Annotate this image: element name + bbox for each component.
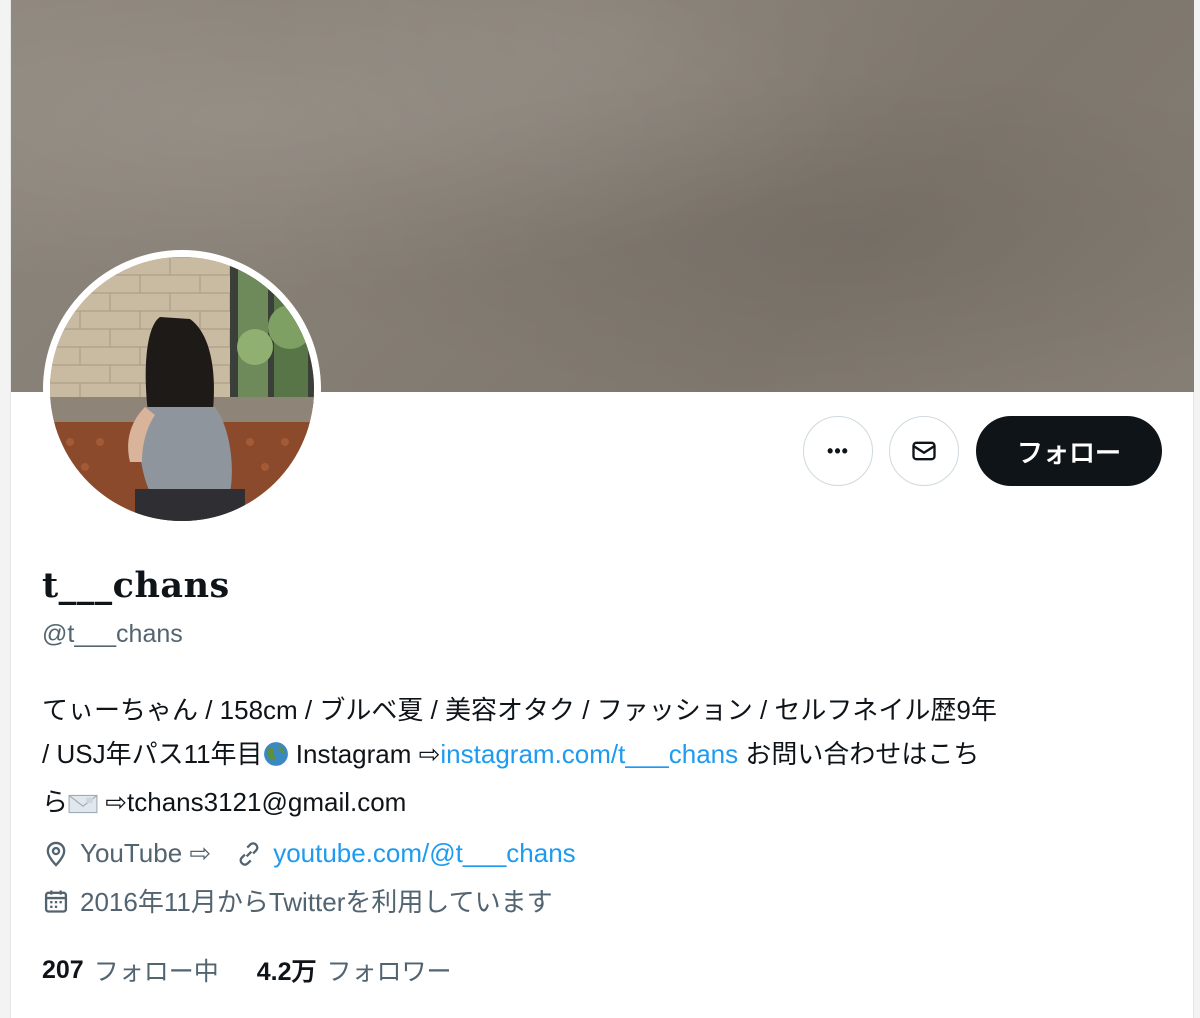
followers-count: 4.2万	[256, 958, 317, 986]
bio-line-1: てぃーちゃん / 158cm / ブルベ夏 / 美容オタク / ファッション /…	[42, 695, 997, 725]
profile-page: ••• フォロー t___chans @t___chans てぃーちゃん / 1…	[0, 0, 1200, 1018]
followers-stat[interactable]: 4.2万 フォロワー	[257, 952, 452, 988]
instagram-link[interactable]: instagram.com/t___chans	[440, 739, 738, 769]
website-link[interactable]: youtube.com/@t___chans	[273, 838, 575, 869]
followers-label: フォロワー	[326, 958, 452, 986]
bio-line-3: ら ⇨tchans3121@gmail.com	[42, 780, 1162, 828]
calendar-icon	[42, 887, 70, 915]
bio-line-2-prefix: / USJ年パス11年目	[42, 739, 263, 769]
bio-line-2: / USJ年パス11年目 Instagram ⇨instagram.com/t_…	[42, 732, 1162, 780]
left-border	[0, 0, 11, 1018]
bio-line-3-prefix: ら	[42, 787, 69, 817]
follow-button-label: フォロー	[1016, 437, 1121, 468]
more-icon: •••	[827, 440, 849, 461]
bio-email: ⇨tchans3121@gmail.com	[98, 787, 407, 817]
more-button[interactable]: •••	[803, 416, 873, 486]
user-handle: @t___chans	[42, 620, 183, 648]
joined-date: 2016年11月からTwitterを利用しています	[80, 887, 553, 917]
profile-bio: てぃーちゃん / 158cm / ブルベ夏 / 美容オタク / ファッション /…	[42, 688, 1162, 828]
display-name: t___chans	[42, 565, 230, 606]
right-border	[1193, 0, 1200, 1018]
follow-stats: 207 フォロー中 4.2万 フォロワー	[42, 952, 490, 988]
link-icon	[235, 840, 263, 868]
following-count: 207	[42, 955, 84, 984]
follow-button[interactable]: フォロー	[976, 416, 1162, 486]
profile-meta-row: YouTube ⇨ youtube.com/@t___chans	[42, 838, 576, 869]
avatar-image	[50, 257, 314, 521]
envelope-icon	[910, 437, 938, 465]
message-button[interactable]	[889, 416, 959, 486]
following-label: フォロー中	[93, 958, 219, 986]
bio-line-2-suffix: お問い合わせはこち	[738, 739, 980, 769]
location-text: YouTube ⇨	[80, 838, 212, 868]
envelope-emoji-icon	[68, 784, 98, 828]
location-pin-icon	[42, 840, 70, 868]
following-stat[interactable]: 207 フォロー中	[42, 952, 219, 988]
globe-emoji-icon	[263, 736, 289, 780]
avatar[interactable]	[43, 250, 321, 528]
bio-instagram-label: Instagram ⇨	[288, 739, 441, 769]
profile-joined-row: 2016年11月からTwitterを利用しています	[42, 882, 553, 919]
